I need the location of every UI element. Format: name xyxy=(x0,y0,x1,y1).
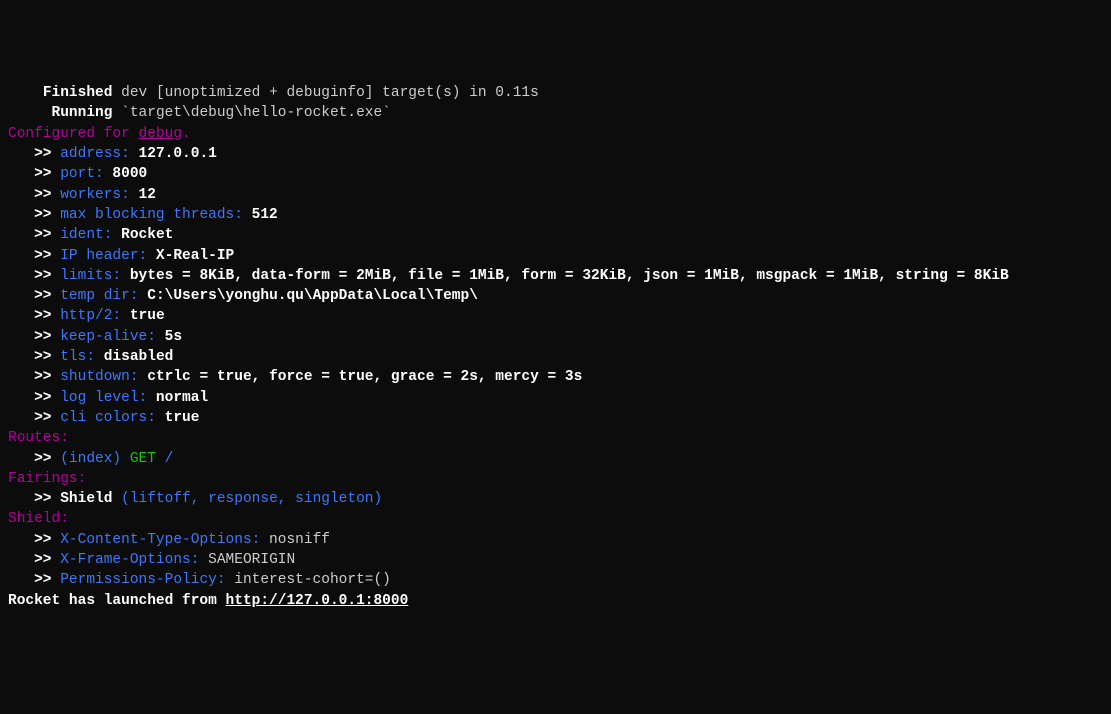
arrow-icon: >> xyxy=(8,349,60,365)
route-path: / xyxy=(156,451,173,467)
terminal-line: >> http/2: true xyxy=(8,306,1103,326)
fairing-detail: (liftoff, response, singleton) xyxy=(121,491,382,507)
config-key: workers: xyxy=(60,187,130,203)
terminal-line: Running `target\debug\hello-rocket.exe` xyxy=(8,103,1103,123)
routes-header: Routes xyxy=(8,430,60,446)
config-value: Rocket xyxy=(112,227,173,243)
terminal-line: >> shutdown: ctrlc = true, force = true,… xyxy=(8,367,1103,387)
arrow-icon: >> xyxy=(8,207,60,223)
finished-detail: dev [unoptimized + debuginfo] target(s) … xyxy=(112,85,538,101)
arrow-icon: >> xyxy=(8,532,60,548)
terminal-line: >> limits: bytes = 8KiB, data-form = 2Mi… xyxy=(8,266,1103,286)
config-value: bytes = 8KiB, data-form = 2MiB, file = 1… xyxy=(121,268,1009,284)
shield-header: Shield xyxy=(8,511,60,527)
config-value: 127.0.0.1 xyxy=(130,146,217,162)
finished-label: Finished xyxy=(43,85,113,101)
shield-key: X-Content-Type-Options: xyxy=(60,532,260,548)
arrow-icon: >> xyxy=(8,288,60,304)
shield-value: interest-cohort=() xyxy=(226,572,391,588)
config-key: address: xyxy=(60,146,130,162)
terminal-line: >> keep-alive: 5s xyxy=(8,327,1103,347)
config-value: true xyxy=(156,410,200,426)
config-value: disabled xyxy=(95,349,173,365)
arrow-icon: >> xyxy=(8,146,60,162)
terminal-line: >> temp dir: C:\Users\yonghu.qu\AppData\… xyxy=(8,286,1103,306)
config-key: max blocking threads: xyxy=(60,207,243,223)
config-key: log level: xyxy=(60,390,147,406)
terminal-line: >> max blocking threads: 512 xyxy=(8,205,1103,225)
arrow-icon: >> xyxy=(8,451,60,467)
terminal-line: >> address: 127.0.0.1 xyxy=(8,144,1103,164)
terminal-line: >> Permissions-Policy: interest-cohort=(… xyxy=(8,570,1103,590)
terminal-output: Finished dev [unoptimized + debuginfo] t… xyxy=(8,83,1103,611)
config-key: tls: xyxy=(60,349,95,365)
config-key: limits: xyxy=(60,268,121,284)
shield-value: nosniff xyxy=(260,532,330,548)
terminal-line: >> workers: 12 xyxy=(8,185,1103,205)
arrow-icon: >> xyxy=(8,227,60,243)
config-value: 8000 xyxy=(104,166,148,182)
config-value: 5s xyxy=(156,329,182,345)
config-value: 512 xyxy=(243,207,278,223)
fairings-header: Fairings xyxy=(8,471,78,487)
terminal-line: >> IP header: X-Real-IP xyxy=(8,246,1103,266)
terminal-line: >> ident: Rocket xyxy=(8,225,1103,245)
route-method: GET xyxy=(121,451,156,467)
arrow-icon: >> xyxy=(8,308,60,324)
arrow-icon: >> xyxy=(8,491,60,507)
shield-key: X-Frame-Options: xyxy=(60,552,199,568)
terminal-line: Routes: xyxy=(8,428,1103,448)
config-key: cli colors: xyxy=(60,410,156,426)
arrow-icon: >> xyxy=(8,410,60,426)
config-value: C:\Users\yonghu.qu\AppData\Local\Temp\ xyxy=(139,288,478,304)
terminal-line: >> log level: normal xyxy=(8,388,1103,408)
terminal-line: >> cli colors: true xyxy=(8,408,1103,428)
arrow-icon: >> xyxy=(8,166,60,182)
arrow-icon: >> xyxy=(8,248,60,264)
arrow-icon: >> xyxy=(8,369,60,385)
terminal-line: Finished dev [unoptimized + debuginfo] t… xyxy=(8,83,1103,103)
shield-value: SAMEORIGIN xyxy=(199,552,295,568)
config-key: ident: xyxy=(60,227,112,243)
arrow-icon: >> xyxy=(8,187,60,203)
shield-key: Permissions-Policy: xyxy=(60,572,225,588)
arrow-icon: >> xyxy=(8,268,60,284)
terminal-line: Configured for debug. xyxy=(8,124,1103,144)
config-key: shutdown: xyxy=(60,369,138,385)
terminal-line: >> port: 8000 xyxy=(8,164,1103,184)
config-key: IP header: xyxy=(60,248,147,264)
terminal-line: >> X-Content-Type-Options: nosniff xyxy=(8,530,1103,550)
launch-url[interactable]: http://127.0.0.1:8000 xyxy=(226,593,409,609)
terminal-line: Fairings: xyxy=(8,469,1103,489)
configured-suffix: . xyxy=(182,126,191,142)
route-name: (index) xyxy=(60,451,121,467)
terminal-line: >> X-Frame-Options: SAMEORIGIN xyxy=(8,550,1103,570)
config-key: temp dir: xyxy=(60,288,138,304)
config-value: 12 xyxy=(130,187,156,203)
running-label: Running xyxy=(52,105,113,121)
config-key: port: xyxy=(60,166,104,182)
configured-prefix: Configured for xyxy=(8,126,139,142)
config-key: keep-alive: xyxy=(60,329,156,345)
config-value: normal xyxy=(147,390,208,406)
arrow-icon: >> xyxy=(8,329,60,345)
configured-profile: debug xyxy=(139,126,183,142)
config-key: http/2: xyxy=(60,308,121,324)
fairing-name: Shield xyxy=(60,491,121,507)
arrow-icon: >> xyxy=(8,572,60,588)
terminal-line: >> (index) GET / xyxy=(8,449,1103,469)
config-value: ctrlc = true, force = true, grace = 2s, … xyxy=(139,369,583,385)
config-value: X-Real-IP xyxy=(147,248,234,264)
launch-prefix: Rocket has launched from xyxy=(8,593,226,609)
config-value: true xyxy=(121,308,165,324)
running-detail: `target\debug\hello-rocket.exe` xyxy=(112,105,390,121)
terminal-line: Shield: xyxy=(8,509,1103,529)
terminal-line: >> Shield (liftoff, response, singleton) xyxy=(8,489,1103,509)
arrow-icon: >> xyxy=(8,552,60,568)
arrow-icon: >> xyxy=(8,390,60,406)
terminal-line: >> tls: disabled xyxy=(8,347,1103,367)
